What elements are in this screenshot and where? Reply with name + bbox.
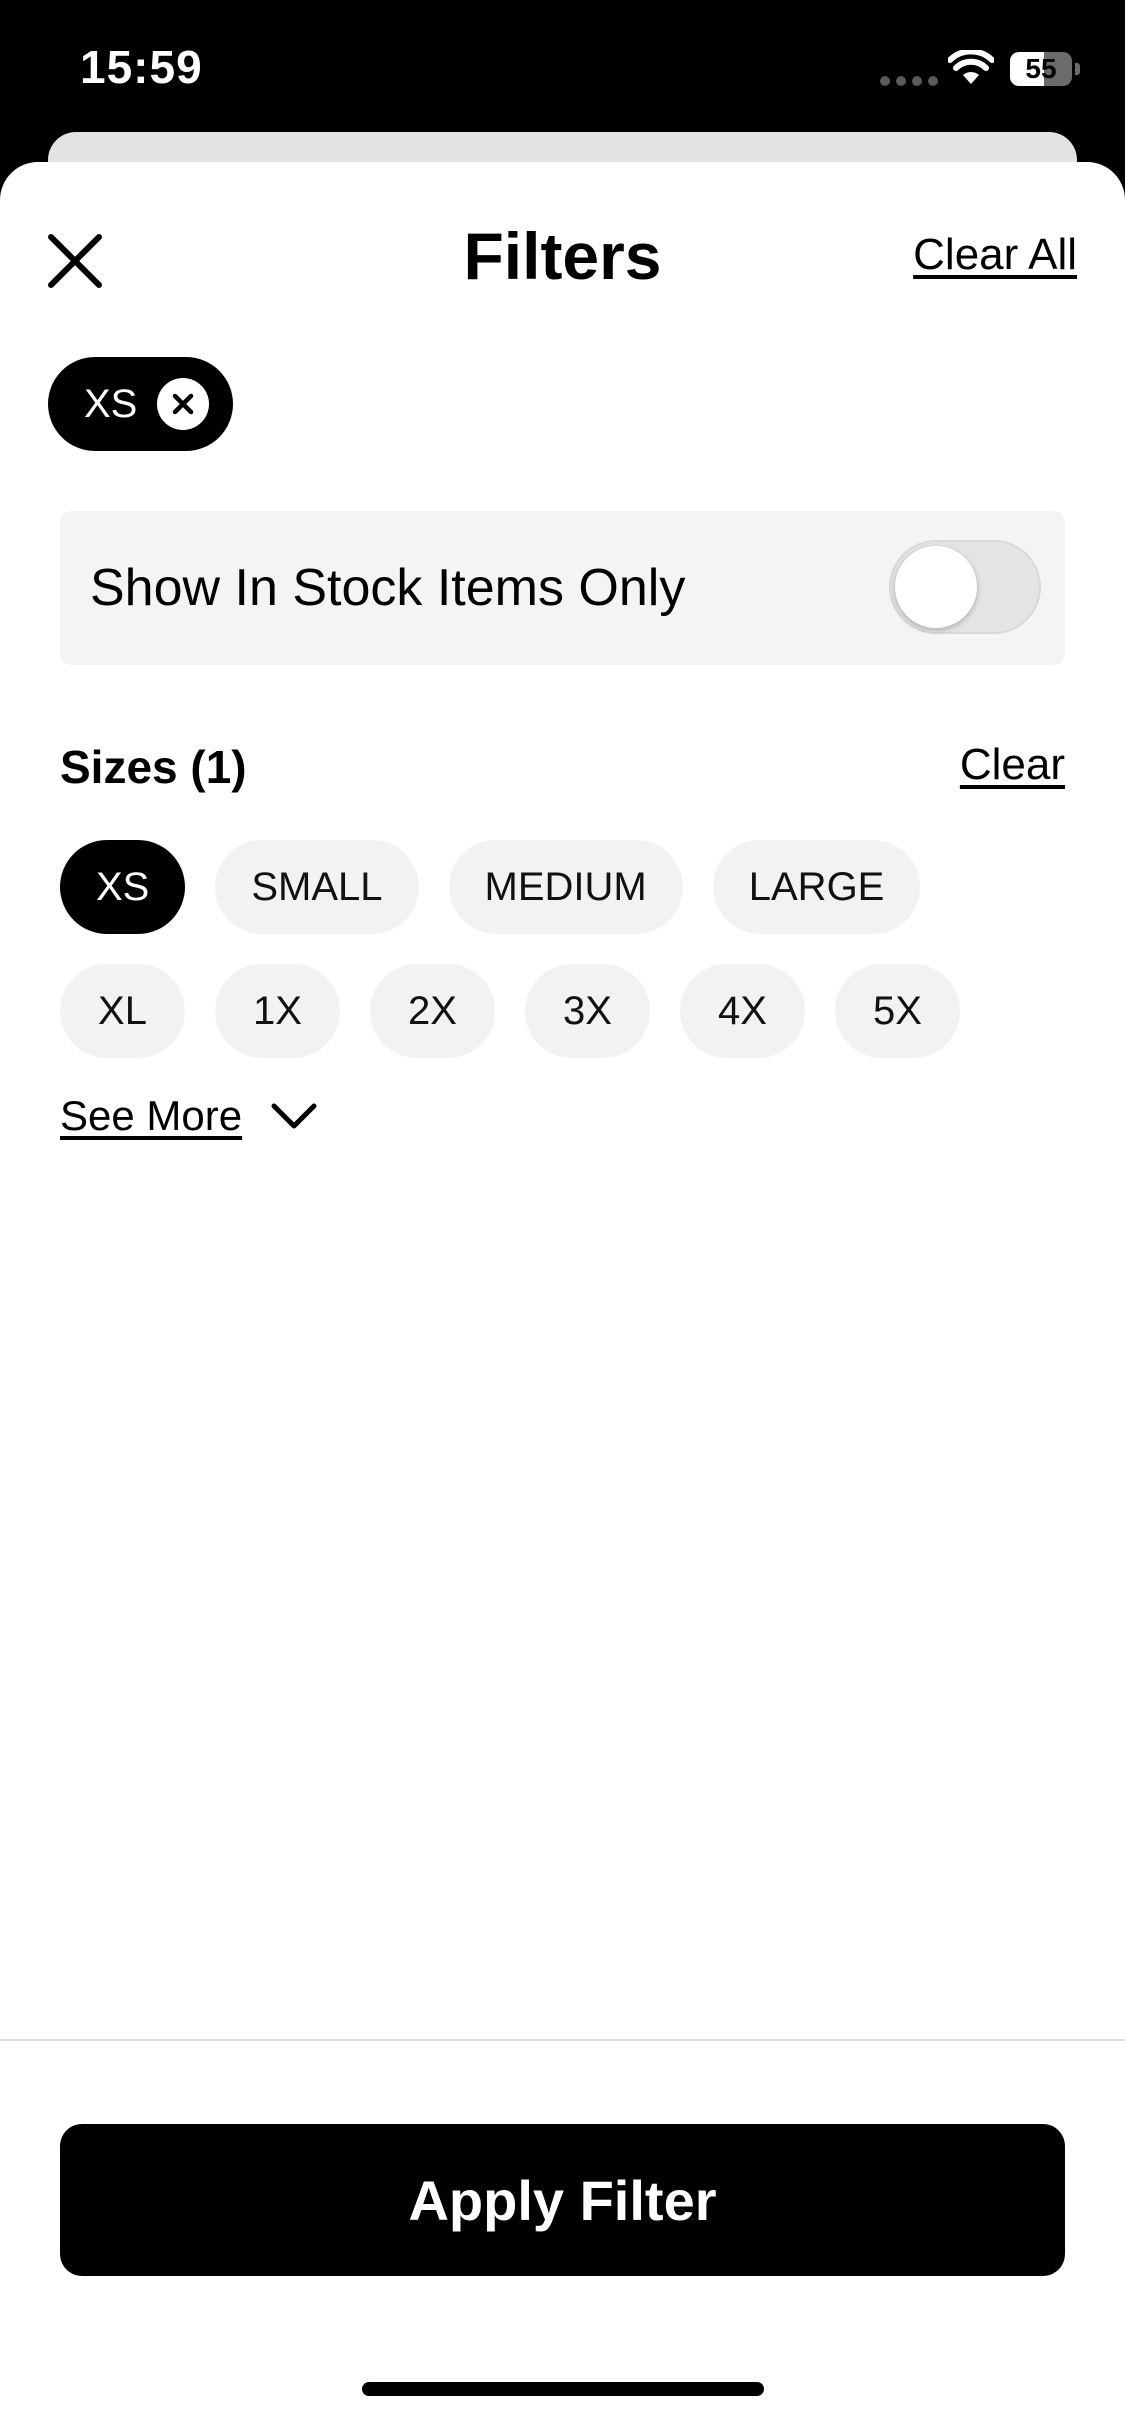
size-options-row-2: XL 1X 2X 3X 4X 5X — [60, 964, 960, 1058]
size-chip-2x[interactable]: 2X — [370, 964, 495, 1058]
status-bar: 15:59 55 — [0, 0, 1125, 140]
size-chip-xl[interactable]: XL — [60, 964, 185, 1058]
toggle-knob — [895, 546, 977, 628]
see-more-label: See More — [60, 1092, 243, 1139]
size-chip-small[interactable]: SMALL — [215, 840, 419, 934]
size-chip-1x[interactable]: 1X — [215, 964, 340, 1058]
x-circle-icon — [173, 393, 194, 415]
battery-level: 55 — [1025, 53, 1057, 84]
size-chip-medium[interactable]: MEDIUM — [448, 840, 683, 934]
active-filter-label: XS — [84, 381, 138, 426]
size-chip-5x[interactable]: 5X — [835, 964, 960, 1058]
size-chip-xs[interactable]: XS — [60, 840, 186, 934]
footer-divider — [0, 2039, 1125, 2041]
chevron-down-icon — [271, 1103, 317, 1129]
sizes-heading: Sizes (1) — [60, 741, 247, 793]
active-filter-chip[interactable]: XS — [48, 357, 234, 451]
size-options-row-1: XS SMALL MEDIUM LARGE — [60, 840, 921, 934]
size-chip-large[interactable]: LARGE — [712, 840, 921, 934]
cellular-signal-icon — [880, 76, 938, 86]
apply-filter-button[interactable]: Apply Filter — [60, 2124, 1065, 2276]
clear-all-button[interactable]: Clear All — [913, 230, 1077, 280]
see-more-button[interactable]: See More — [60, 1092, 318, 1140]
remove-filter-button[interactable] — [157, 378, 210, 430]
size-chip-4x[interactable]: 4X — [680, 964, 805, 1058]
home-indicator — [362, 2382, 764, 2396]
sizes-clear-button[interactable]: Clear — [960, 740, 1065, 790]
size-chip-3x[interactable]: 3X — [525, 964, 650, 1058]
filters-sheet: Filters Clear All XS Show In Stock Items… — [0, 162, 1125, 2436]
in-stock-toggle[interactable] — [889, 540, 1041, 634]
in-stock-row: Show In Stock Items Only — [60, 511, 1065, 665]
battery-icon: 55 — [1010, 52, 1080, 86]
wifi-icon — [948, 50, 994, 84]
in-stock-label: Show In Stock Items Only — [90, 559, 686, 617]
status-time: 15:59 — [80, 41, 203, 93]
